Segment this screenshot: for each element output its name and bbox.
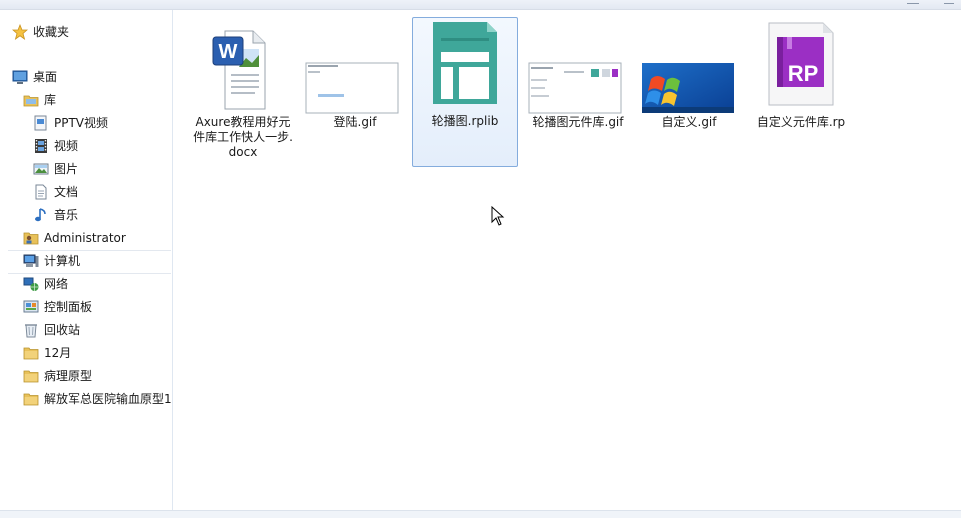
nav-label: 桌面 (33, 70, 58, 84)
nav-item-pptv[interactable]: PPTV视频 (33, 113, 108, 133)
file-item[interactable]: 自定义.gif (636, 18, 742, 168)
gif-thumbnail (528, 62, 622, 114)
nav-item-administrator[interactable]: Administrator (23, 228, 126, 248)
nav-item-recycle-bin[interactable]: 回收站 (23, 320, 80, 340)
svg-text:W: W (219, 41, 238, 63)
user-folder-icon (23, 232, 39, 245)
pptv-video-library-icon (34, 115, 47, 131)
nav-label: 网络 (44, 277, 69, 291)
nav-item-documents[interactable]: 文档 (33, 182, 78, 202)
svg-text:RP: RP (788, 61, 819, 86)
folder-icon (23, 370, 39, 383)
gif-thumbnail (305, 62, 399, 114)
nav-item-folder-transfusion[interactable]: 解放军总医院输血原型1 (23, 389, 172, 409)
minimize-control[interactable] (907, 0, 919, 4)
maximize-control[interactable] (944, 0, 954, 4)
network-icon (23, 277, 39, 291)
nav-item-music[interactable]: 音乐 (33, 205, 78, 225)
document-icon (35, 184, 47, 200)
nav-item-folder-pathology[interactable]: 病理原型 (23, 366, 92, 386)
file-item[interactable]: W Axure教程用好元件库工作快人一步.docx (190, 18, 296, 168)
mouse-cursor-icon (491, 206, 505, 226)
nav-label: 收藏夹 (33, 25, 70, 39)
folder-icon (23, 393, 39, 406)
computer-icon (23, 254, 39, 267)
file-item[interactable]: 轮播图元件库.gif (525, 18, 631, 168)
star-icon (12, 24, 28, 40)
windows7-thumbnail (642, 63, 734, 113)
nav-label: 音乐 (54, 208, 79, 222)
nav-label: 回收站 (44, 323, 81, 337)
music-note-icon (35, 208, 46, 222)
nav-label: 文档 (54, 185, 79, 199)
nav-label: 12月 (44, 346, 72, 360)
nav-item-network[interactable]: 网络 (23, 274, 68, 294)
nav-item-favorites[interactable]: 收藏夹 (12, 22, 69, 42)
window-top-strip (0, 0, 961, 10)
file-item-selected[interactable]: 轮播图.rplib (412, 17, 518, 167)
navigation-pane[interactable]: 收藏夹 桌面 库 PPTV视频 视频 图片 文档 音乐 Administrato… (0, 10, 173, 510)
nav-item-desktop[interactable]: 桌面 (12, 67, 57, 87)
nav-label: 解放军总医院输血原型1 (44, 392, 172, 406)
nav-label: PPTV视频 (54, 116, 109, 130)
file-name: 登陆.gif (333, 115, 377, 129)
nav-item-folder-12[interactable]: 12月 (23, 343, 71, 363)
nav-label: 视频 (54, 139, 79, 153)
nav-label: 控制面板 (44, 300, 93, 314)
control-panel-icon (23, 300, 39, 313)
file-name: 自定义元件库.rp (756, 115, 846, 129)
file-name: Axure教程用好元件库工作快人一步.docx (193, 115, 293, 159)
file-item[interactable]: RP 自定义元件库.rp (748, 18, 854, 168)
word-doc-icon: W (212, 30, 266, 110)
file-name: 轮播图.rplib (431, 114, 499, 128)
nav-label: Administrator (44, 231, 126, 245)
nav-item-control-panel[interactable]: 控制面板 (23, 297, 92, 317)
nav-item-libraries[interactable]: 库 (23, 90, 56, 110)
rp-file-icon: RP (768, 22, 834, 106)
nav-item-videos[interactable]: 视频 (33, 136, 78, 156)
rplib-icon (433, 22, 497, 104)
nav-item-computer[interactable]: 计算机 (23, 251, 80, 271)
picture-icon (33, 163, 49, 175)
nav-label: 库 (44, 93, 57, 107)
nav-item-pictures[interactable]: 图片 (33, 159, 78, 179)
library-folder-icon (23, 95, 39, 107)
folder-icon (23, 347, 39, 360)
nav-label: 图片 (54, 162, 79, 176)
desktop-icon (12, 70, 28, 84)
file-name: 轮播图元件库.gif (532, 115, 624, 129)
file-name: 自定义.gif (661, 115, 717, 129)
nav-label: 计算机 (44, 254, 81, 268)
recycle-bin-icon (25, 324, 37, 338)
nav-label: 病理原型 (44, 369, 93, 383)
film-icon (35, 139, 47, 153)
file-list-pane[interactable]: W Axure教程用好元件库工作快人一步.docx 登陆.gif 轮播图.rpl… (173, 10, 961, 510)
file-item[interactable]: 登陆.gif (302, 18, 408, 168)
